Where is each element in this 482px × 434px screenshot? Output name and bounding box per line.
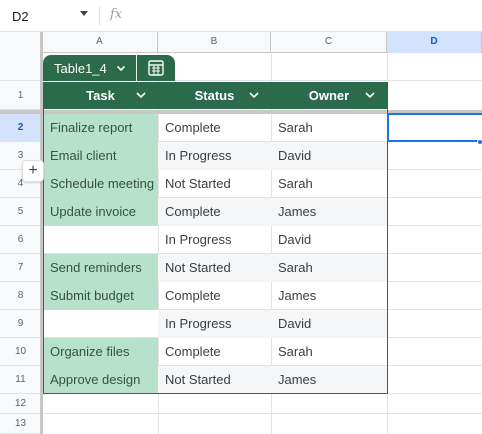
owner-cell[interactable]: Sarah <box>271 114 387 142</box>
row-header-5[interactable]: 5 <box>0 198 42 226</box>
column-menu-chevron-icon[interactable] <box>247 88 261 102</box>
name-box[interactable]: D2 <box>0 0 98 32</box>
select-all-corner[interactable] <box>0 32 42 53</box>
owner-cell[interactable]: David <box>271 226 387 254</box>
owner-cell[interactable]: Sarah <box>271 338 387 366</box>
task-cell[interactable]: Schedule meeting <box>43 170 158 198</box>
column-header-row: A B C D <box>0 32 482 53</box>
column-header-b[interactable]: B <box>158 32 271 53</box>
table-header-owner[interactable]: Owner <box>271 82 387 109</box>
name-box-value: D2 <box>12 8 29 24</box>
row-header-spacer <box>0 53 42 81</box>
status-cell[interactable]: Not Started <box>158 254 271 282</box>
task-cell[interactable]: Submit budget <box>43 282 158 310</box>
add-row-button[interactable]: + <box>22 160 44 182</box>
header-label: Task <box>86 88 115 103</box>
owner-cell[interactable]: James <box>271 366 387 394</box>
selected-cell-d2[interactable] <box>387 113 482 142</box>
header-label: Status <box>194 88 235 103</box>
header-label: Owner <box>308 88 350 103</box>
formula-separator <box>99 7 100 25</box>
status-cell[interactable]: In Progress <box>158 310 271 338</box>
row-header-6[interactable]: 6 <box>0 226 42 254</box>
owner-cell[interactable]: James <box>271 282 387 310</box>
table-header-task[interactable]: Task <box>43 82 158 109</box>
status-cell[interactable]: Not Started <box>158 170 271 198</box>
column-header-a[interactable]: A <box>42 32 158 53</box>
task-cell[interactable]: Approve design <box>43 366 158 394</box>
task-cell[interactable]: Organize files <box>43 338 158 366</box>
column-header-d[interactable]: D <box>387 32 482 53</box>
row-header-11[interactable]: 11 <box>0 366 42 394</box>
row-header-9[interactable]: 9 <box>0 310 42 338</box>
task-cell[interactable]: Update invoice <box>43 198 158 226</box>
row-header-13[interactable]: 13 <box>0 414 42 434</box>
row-header-12[interactable]: 12 <box>0 394 42 414</box>
row-header-10[interactable]: 10 <box>0 338 42 366</box>
owner-cell[interactable]: James <box>271 198 387 226</box>
table-header-status[interactable]: Status <box>158 82 271 109</box>
task-cell[interactable]: Send reminders <box>43 254 158 282</box>
owner-cell[interactable]: David <box>271 142 387 170</box>
column-menu-chevron-icon[interactable] <box>134 88 148 102</box>
fill-handle[interactable] <box>477 139 482 145</box>
status-cell[interactable]: In Progress <box>158 142 271 170</box>
owner-cell[interactable]: David <box>271 310 387 338</box>
status-cell[interactable]: Complete <box>158 198 271 226</box>
formula-bar: D2 fx <box>0 0 482 32</box>
status-cell[interactable]: Complete <box>158 114 271 142</box>
name-box-dropdown-icon[interactable] <box>80 11 88 16</box>
column-header-c[interactable]: C <box>271 32 387 53</box>
status-cell[interactable]: In Progress <box>158 226 271 254</box>
column-menu-chevron-icon[interactable] <box>363 88 377 102</box>
task-cell[interactable] <box>43 310 158 338</box>
grid-line <box>42 413 482 414</box>
owner-cell[interactable]: Sarah <box>271 170 387 198</box>
task-cell[interactable]: Email client <box>43 142 158 170</box>
row-header-7[interactable]: 7 <box>0 254 42 282</box>
status-cell[interactable]: Complete <box>158 338 271 366</box>
status-cell[interactable]: Not Started <box>158 366 271 394</box>
row-header-8[interactable]: 8 <box>0 282 42 310</box>
task-cell[interactable] <box>43 226 158 254</box>
fx-icon: fx <box>110 7 123 22</box>
row-header-2[interactable]: 2 <box>0 114 42 142</box>
table-menu-chevron-icon[interactable] <box>115 62 127 74</box>
owner-cell[interactable]: Sarah <box>271 254 387 282</box>
task-cell[interactable]: Finalize report <box>43 114 158 142</box>
table-name: Table1_4 <box>54 61 107 76</box>
row-header-1[interactable]: 1 <box>0 81 42 110</box>
status-cell[interactable]: Complete <box>158 282 271 310</box>
table-calendar-icon <box>148 60 164 76</box>
table-view-button[interactable] <box>136 55 174 81</box>
